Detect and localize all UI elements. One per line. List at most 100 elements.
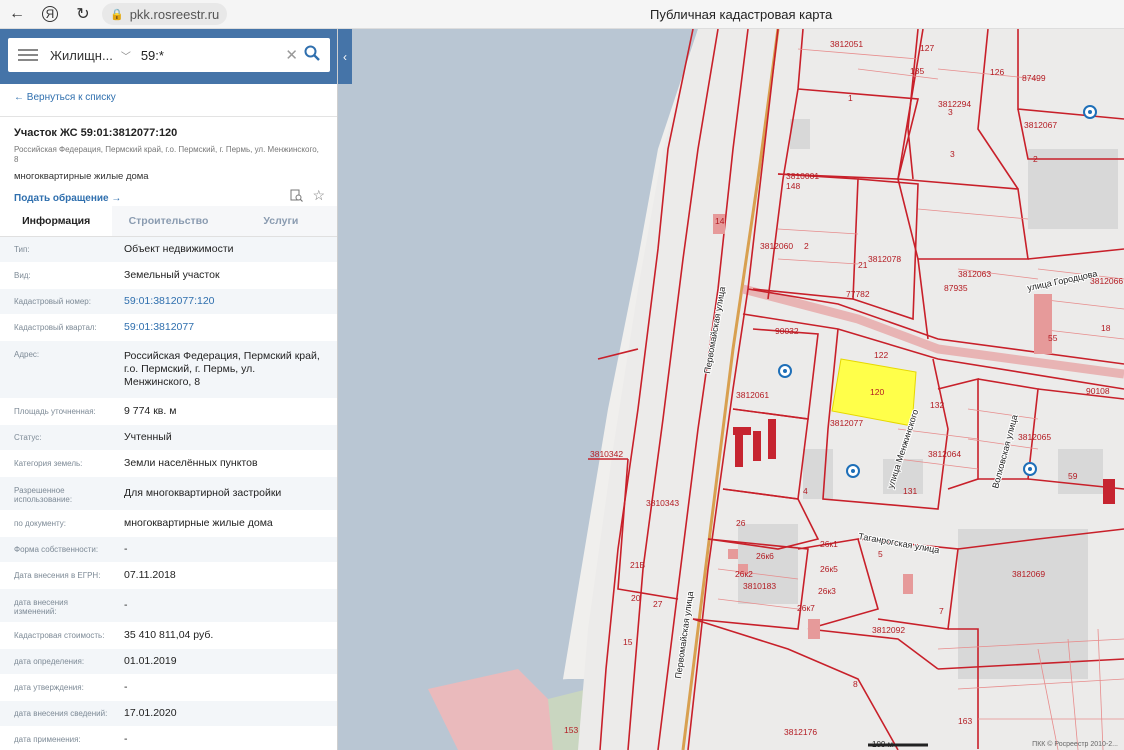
back-arrow-icon[interactable]: ← — [6, 3, 28, 25]
tab-construction[interactable]: Строительство — [112, 206, 225, 236]
menu-icon[interactable] — [18, 49, 38, 61]
sidebar: Жилищн... ﹀ 59:* ✕ ← Вернуться к списку … — [0, 29, 338, 750]
info-value-link[interactable]: 59:01:3812077:120 — [110, 289, 337, 314]
scale-label: 100 м — [872, 740, 894, 749]
parcel-label: 26к5 — [820, 564, 838, 574]
info-value: Российская Федерация, Пермский край, г.о… — [124, 350, 320, 388]
parcel-label: 3810342 — [590, 449, 623, 459]
parcel-label: 3812051 — [830, 39, 863, 49]
parcel-label: 3810343 — [646, 498, 679, 508]
appeal-link[interactable]: Подать обращение → — [14, 193, 121, 204]
info-row: дата применения: - — [0, 727, 337, 750]
url-text: pkk.rosreestr.ru — [129, 6, 220, 22]
parcel-label: 26к1 — [820, 539, 838, 549]
yandex-icon[interactable]: Я — [42, 6, 58, 22]
parcel-label: 135 — [910, 66, 924, 76]
info-row: Тип: Объект недвижимости — [0, 237, 337, 263]
info-value: 35 410 811,04 руб. — [124, 629, 214, 641]
search-box[interactable]: Жилищн... ﹀ 59:* ✕ — [8, 38, 330, 72]
info-value: - — [124, 543, 128, 555]
object-address: Российская Федерация, Пермский край, г.о… — [14, 145, 319, 164]
document-search-icon[interactable] — [290, 189, 303, 202]
parcel-label: 163 — [958, 716, 972, 726]
parcel-label: 26к3 — [818, 586, 836, 596]
info-key: Тип: — [14, 245, 30, 254]
parcel-label: 132 — [930, 400, 944, 410]
back-to-list-link[interactable]: ← Вернуться к списку — [14, 92, 337, 112]
parcel-label: 4 — [803, 486, 808, 496]
info-value: Объект недвижимости — [124, 243, 234, 255]
browser-toolbar: ← Я ↻ 🔒 pkk.rosreestr.ru Публичная кадас… — [0, 0, 1124, 29]
object-use: многоквартирные жилые дома — [14, 171, 149, 182]
info-row: дата внесения изменений: - — [0, 589, 337, 623]
parcel-label: 148 — [786, 181, 800, 191]
parcel-label: 3812064 — [928, 449, 961, 459]
info-row: дата утверждения: - — [0, 675, 337, 701]
info-value: - — [124, 681, 128, 693]
search-icon[interactable] — [304, 45, 320, 61]
parcel-label: 120 — [870, 387, 884, 397]
search-area: Жилищн... ﹀ 59:* ✕ — [0, 29, 337, 84]
info-key: Статус: — [14, 433, 42, 442]
collapse-sidebar-button[interactable]: ‹ — [338, 29, 352, 84]
info-key: Кадастровая стоимость: — [14, 631, 105, 640]
info-value: Для многоквартирной застройки — [124, 487, 282, 499]
parcel-label: 90032 — [775, 326, 799, 336]
info-key: Разрешенное использование: — [14, 486, 73, 504]
parcel-label: 3812077 — [830, 418, 863, 428]
info-value: Земельный участок — [124, 269, 220, 281]
tab-info[interactable]: Информация — [0, 206, 113, 236]
parcel-label: 18 — [1101, 323, 1111, 333]
info-row: дата определения: 01.01.2019 — [0, 649, 337, 675]
chevron-down-icon[interactable]: ﹀ — [121, 48, 131, 63]
favorite-star-icon[interactable]: ☆ — [312, 187, 325, 204]
info-value: 07.11.2018 — [124, 569, 176, 581]
info-row: Форма собственности: - — [0, 537, 337, 563]
parcel-label: 2 — [804, 241, 809, 251]
parcel-label: 3812060 — [760, 241, 793, 251]
info-row: Разрешенное использование: Для многокварт… — [0, 477, 337, 511]
map[interactable]: 3812051 127 135 126 3812294 87499 3812067 1 3 3 2 3… — [338, 29, 1124, 750]
info-key: Площадь уточненная: — [14, 407, 96, 416]
parcel-label: 3812078 — [868, 254, 901, 264]
info-key: по документу: — [14, 519, 66, 528]
parcel-label: 77782 — [846, 289, 870, 299]
info-value: 01.01.2019 — [124, 655, 177, 667]
info-value: Земли населённых пунктов — [124, 457, 258, 469]
info-key: Кадастровый номер: — [14, 297, 91, 306]
search-input[interactable]: 59:* — [141, 48, 164, 63]
parcel-label: 153 — [564, 725, 578, 735]
info-row: по документу: многоквартирные жилые дома — [0, 511, 337, 537]
parcel-label: 3 — [950, 149, 955, 159]
info-value: 17.01.2020 — [124, 707, 177, 719]
reload-icon[interactable]: ↻ — [72, 3, 94, 25]
info-key: дата внесения сведений: — [14, 709, 108, 718]
parcel-label: 3812176 — [784, 727, 817, 737]
parcel-label: 59 — [1068, 471, 1078, 481]
parcel-label: 3810183 — [743, 581, 776, 591]
info-key: дата внесения изменений: — [14, 598, 68, 616]
parcel-label: 3812063 — [958, 269, 991, 279]
clear-icon[interactable]: ✕ — [285, 46, 298, 64]
search-type-select[interactable]: Жилищн... — [50, 48, 113, 63]
parcel-label: 26к7 — [797, 603, 815, 613]
tab-services[interactable]: Услуги — [224, 206, 337, 236]
parcel-label: 87499 — [1022, 73, 1046, 83]
info-key: Дата внесения в ЕГРН: — [14, 571, 101, 580]
info-value: - — [124, 733, 128, 745]
parcel-label: 126 — [990, 67, 1004, 77]
parcel-label: 127 — [920, 43, 934, 53]
info-row: Площадь уточненная: 9 774 кв. м — [0, 399, 337, 425]
parcel-label: 5 — [878, 549, 883, 559]
info-key: Категория земель: — [14, 459, 83, 468]
parcel-label: 3810001 — [786, 171, 819, 181]
info-table: Тип: Объект недвижимости Вид: Земельный уча… — [0, 237, 337, 750]
info-row: Кадастровый квартал: 59:01:3812077 — [0, 315, 337, 341]
url-bar[interactable]: 🔒 pkk.rosreestr.ru — [102, 3, 228, 25]
tabs: Информация Строительство Услуги — [0, 206, 337, 237]
lock-icon: 🔒 — [110, 8, 124, 21]
cadastral-map[interactable]: 3812051 127 135 126 3812294 87499 3812067 1 3 3 2 3… — [338, 29, 1124, 750]
object-title: Участок ЖС 59:01:3812077:120 — [14, 127, 178, 139]
info-value-link[interactable]: 59:01:3812077 — [110, 315, 337, 340]
parcel-label: 55 — [1048, 333, 1058, 343]
